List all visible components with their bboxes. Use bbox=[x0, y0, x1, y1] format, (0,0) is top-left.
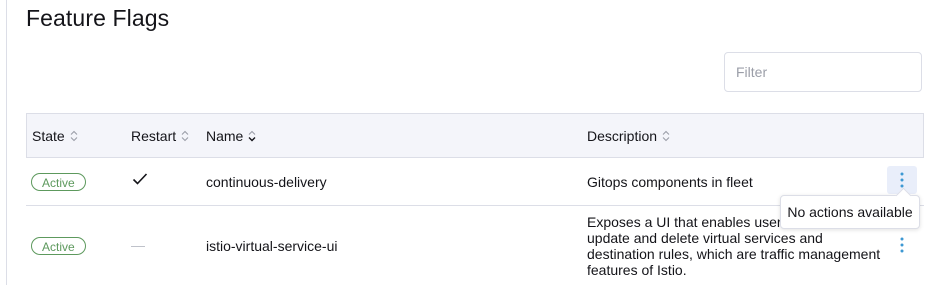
sort-icon bbox=[181, 130, 189, 142]
actions-tooltip: No actions available bbox=[780, 195, 920, 229]
column-header-name-label: Name bbox=[206, 127, 244, 144]
vertical-dots-icon bbox=[900, 237, 904, 253]
description-line: features of Istio. bbox=[587, 262, 687, 278]
column-header-state-label: State bbox=[32, 127, 65, 144]
column-header-description[interactable]: Description bbox=[587, 114, 670, 157]
flag-description: Gitops components in fleet bbox=[587, 174, 753, 190]
description-line: destination rules, which are traffic man… bbox=[587, 246, 881, 262]
checkmark-icon bbox=[132, 172, 148, 189]
column-header-name[interactable]: Name bbox=[206, 114, 256, 157]
vertical-dots-icon bbox=[900, 172, 904, 188]
description-line: update and delete virtual services and bbox=[587, 230, 823, 246]
column-header-description-label: Description bbox=[587, 127, 658, 144]
flag-name: continuous-delivery bbox=[206, 174, 327, 190]
tooltip-text: No actions available bbox=[787, 204, 913, 220]
filter-input[interactable] bbox=[724, 52, 922, 92]
table-header: State Restart Name Description bbox=[26, 113, 924, 158]
sort-icon bbox=[70, 130, 78, 142]
page-title: Feature Flags bbox=[26, 5, 170, 31]
restart-empty-dash: — bbox=[131, 237, 145, 253]
sort-ascending-icon bbox=[248, 130, 256, 142]
actions-menu-button[interactable] bbox=[887, 231, 917, 259]
column-header-restart-label: Restart bbox=[131, 127, 177, 144]
column-header-restart[interactable]: Restart bbox=[131, 114, 189, 157]
status-badge: Active bbox=[31, 237, 86, 255]
status-badge: Active bbox=[31, 173, 86, 191]
column-header-state[interactable]: State bbox=[32, 114, 78, 157]
page-left-border bbox=[6, 0, 7, 285]
flag-name: istio-virtual-service-ui bbox=[206, 238, 338, 254]
sort-icon bbox=[662, 130, 670, 142]
